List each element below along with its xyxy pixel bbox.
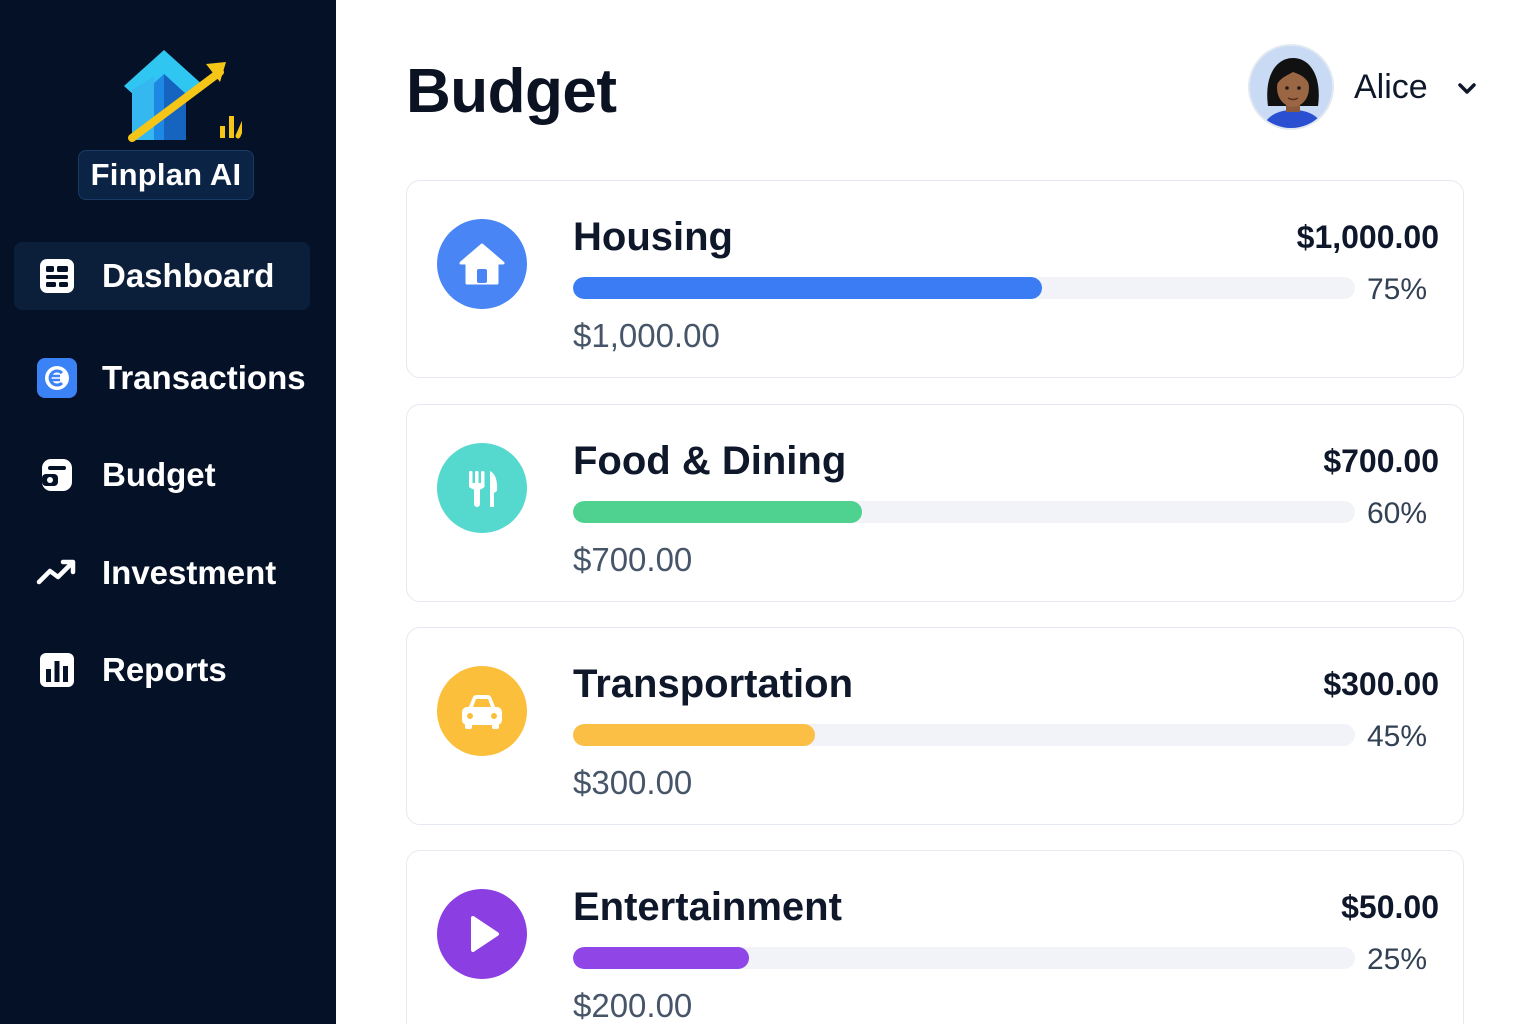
car-icon [437,666,527,756]
progress-fill [573,947,749,969]
spent-amount: $200.00 [573,987,693,1024]
sidebar-item-label: Reports [102,651,227,688]
progress-percent: 75% [1367,273,1428,306]
budget-card-transportation[interactable]: Transportation $300.00 45% $300.00 [406,627,1464,825]
progress-track [573,724,1355,746]
app-name: Finplan AI [78,150,254,200]
category-name: Food & Dining [573,439,847,483]
sidebar-item-label: Budget [102,456,216,493]
progress-fill [573,724,816,746]
sidebar-item-dashboard[interactable]: Dashboard [14,242,310,310]
progress-track [573,501,1355,523]
avatar [1248,44,1334,130]
bar-chart-icon [36,649,78,691]
dashboard-icon [36,255,78,297]
user-menu[interactable]: Alice [1248,44,1488,134]
app-logo[interactable]: Finplan AI [78,46,254,202]
spent-amount: $1,000.00 [573,317,720,354]
sidebar-item-reports[interactable]: Reports [14,636,310,704]
progress-percent: 25% [1367,943,1428,976]
budget-card-housing[interactable]: Housing $1,000.00 75% $1,000.00 [406,180,1464,378]
progress-percent: 60% [1367,497,1428,530]
budget-amount: $700.00 [1323,443,1439,479]
progress-track [573,277,1355,299]
sidebar-item-budget[interactable]: Budget [14,441,310,509]
budget-amount: $1,000.00 [1296,219,1439,255]
budget-icon [36,454,78,496]
sidebar-item-label: Transactions [102,359,306,396]
spent-amount: $300.00 [573,764,693,801]
user-name: Alice [1354,68,1428,106]
sidebar-item-label: Dashboard [102,257,275,294]
transactions-icon [36,357,78,399]
trending-up-icon [36,552,78,594]
budget-card-entertainment[interactable]: Entertainment $50.00 25% $200.00 [406,850,1464,1024]
progress-track [573,947,1355,969]
page-title: Budget [406,57,617,126]
logo-mark-icon [124,50,242,142]
spent-amount: $700.00 [573,541,693,578]
chevron-down-icon [1458,83,1476,94]
category-name: Entertainment [573,885,842,929]
progress-fill [573,501,863,523]
home-icon [437,219,527,309]
progress-percent: 45% [1367,720,1428,753]
sidebar-item-investment[interactable]: Investment [14,539,310,607]
sidebar-item-label: Investment [102,554,277,591]
budget-amount: $300.00 [1323,666,1439,702]
progress-fill [573,277,1043,299]
category-name: Transportation [573,662,854,706]
sidebar-item-transactions[interactable]: Transactions [14,344,310,412]
budget-card-food-dining[interactable]: Food & Dining $700.00 60% $700.00 [406,404,1464,602]
sidebar: Finplan AI Dashboard Transactions Budget… [0,0,336,1024]
play-icon [437,889,527,979]
budget-amount: $50.00 [1341,889,1439,925]
fork-knife-icon [437,443,527,533]
category-name: Housing [573,215,733,259]
